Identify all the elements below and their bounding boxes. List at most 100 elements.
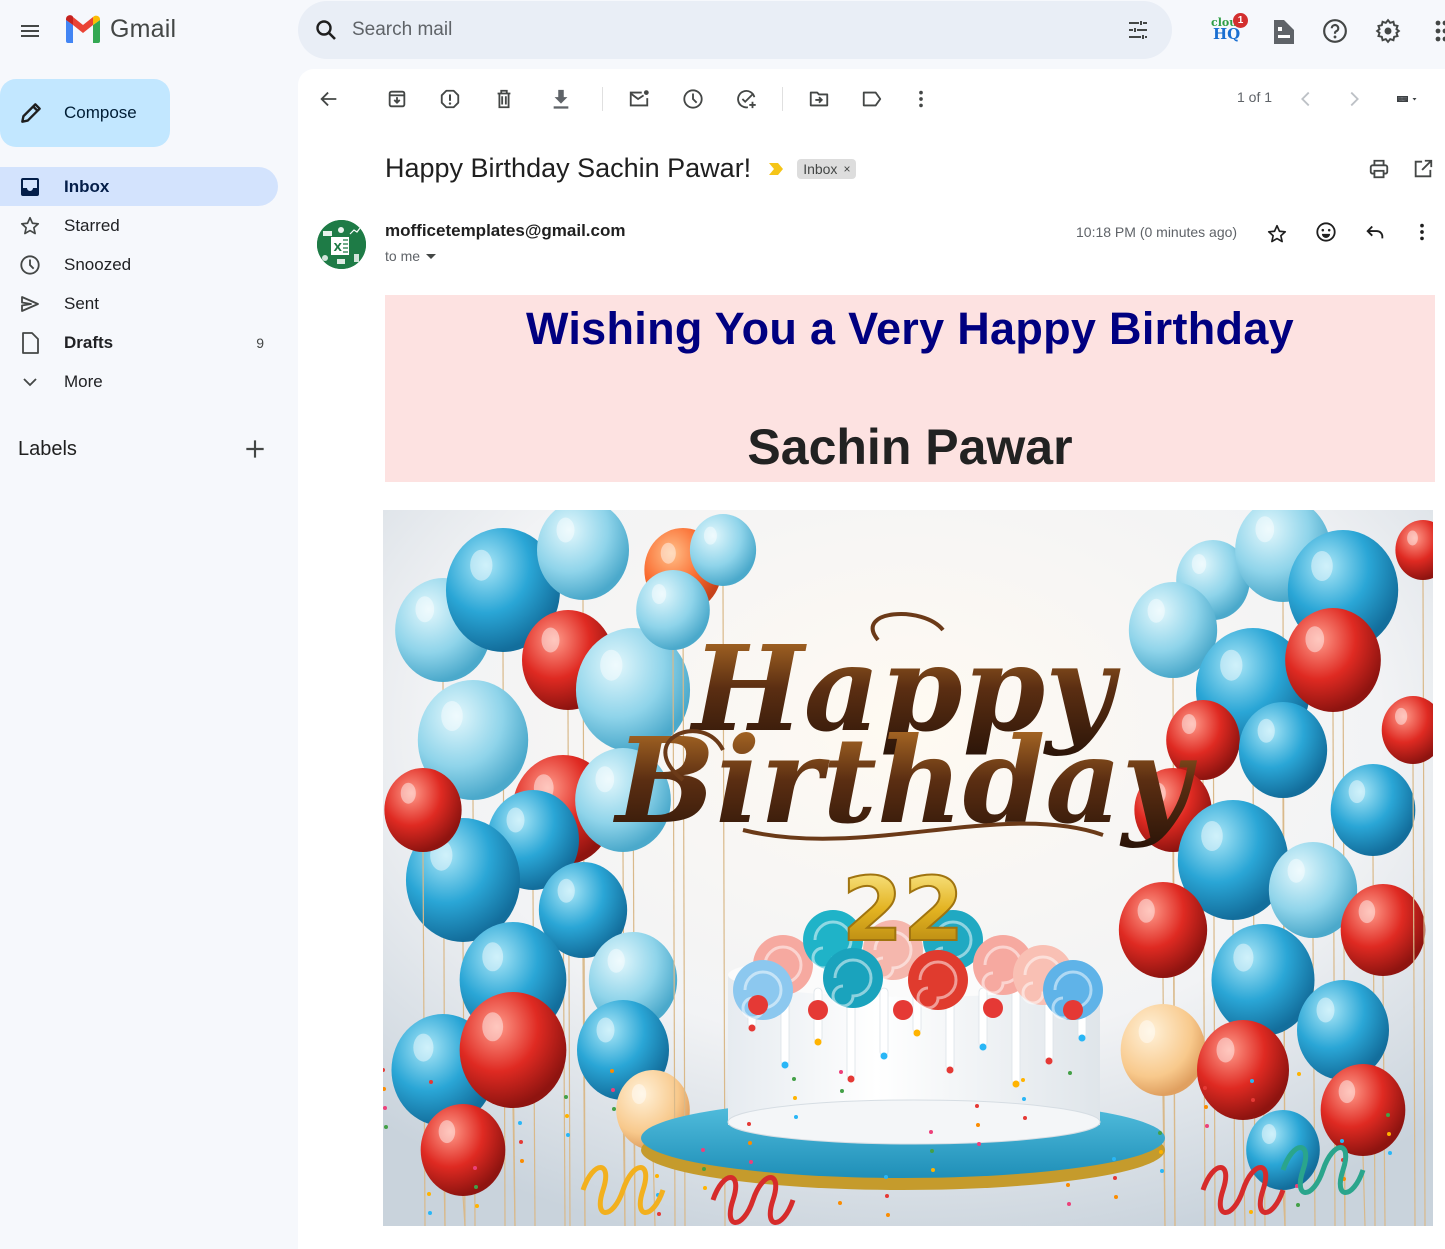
confetti-dot bbox=[1022, 1097, 1026, 1101]
apps-button[interactable] bbox=[1420, 11, 1445, 51]
confetti-dot bbox=[655, 1174, 659, 1178]
add-task-icon bbox=[737, 90, 756, 109]
labels-heading: Labels bbox=[18, 437, 77, 460]
happy-birthday-script: Happy Birthday bbox=[613, 612, 1198, 850]
back-button[interactable] bbox=[309, 79, 349, 119]
balloon-highlight bbox=[1316, 997, 1335, 1023]
balloon bbox=[1238, 702, 1328, 798]
balloon bbox=[1330, 764, 1416, 856]
balloon bbox=[1118, 882, 1208, 978]
sidebar-item-more[interactable]: More bbox=[0, 362, 278, 401]
delete-button[interactable] bbox=[484, 79, 524, 119]
balloon-highlight bbox=[1348, 780, 1366, 804]
confetti-dot bbox=[565, 1114, 569, 1118]
add-reaction-button[interactable] bbox=[1306, 212, 1346, 252]
download-button[interactable] bbox=[541, 79, 581, 119]
clock-icon bbox=[683, 89, 703, 109]
top-bar: Gmail clou HQ 1 bbox=[0, 0, 1445, 62]
chevron-right-icon bbox=[1350, 91, 1359, 107]
balloon-highlight bbox=[438, 1120, 456, 1144]
cake-number-topper: 22 bbox=[842, 858, 964, 961]
confetti-dot bbox=[383, 1106, 387, 1110]
birthday-card-image[interactable]: Happy Birthday 22 bbox=[383, 510, 1433, 1226]
message-more-button[interactable] bbox=[1402, 212, 1442, 252]
reply-button[interactable] bbox=[1355, 212, 1395, 252]
importance-marker-icon[interactable] bbox=[767, 161, 785, 177]
send-icon bbox=[21, 295, 39, 312]
open-in-new-window-button[interactable] bbox=[1403, 149, 1443, 189]
main-menu-button[interactable] bbox=[10, 11, 50, 51]
strawberry bbox=[808, 1000, 828, 1020]
sidebar-item-starred[interactable]: Starred bbox=[0, 206, 278, 245]
recipient-details-toggle[interactable]: to me bbox=[385, 248, 437, 264]
sidebar-item-inbox[interactable]: Inbox bbox=[0, 167, 278, 206]
cake-sprinkle bbox=[979, 1043, 987, 1051]
sidebar-item-sent[interactable]: Sent bbox=[0, 284, 278, 323]
input-tools-button[interactable] bbox=[1384, 79, 1430, 119]
balloon bbox=[1285, 608, 1381, 712]
search-icon[interactable] bbox=[314, 18, 338, 42]
gmail-logo[interactable]: Gmail bbox=[64, 14, 176, 44]
confetti-dot bbox=[748, 1141, 752, 1145]
hamburger-menu-icon bbox=[21, 25, 39, 37]
help-button[interactable] bbox=[1315, 11, 1355, 51]
balloon bbox=[1197, 1020, 1289, 1120]
cake-drip bbox=[879, 987, 889, 1057]
compose-button[interactable]: Compose bbox=[0, 79, 170, 147]
archive-button[interactable] bbox=[377, 79, 417, 119]
chevron-down-icon bbox=[23, 377, 37, 386]
settings-button[interactable] bbox=[1368, 11, 1408, 51]
sidebar-item-label: Starred bbox=[64, 215, 120, 235]
search-input[interactable] bbox=[352, 19, 1092, 41]
confetti-dot bbox=[1112, 1157, 1116, 1161]
confetti-dot bbox=[794, 1115, 798, 1119]
add-to-tasks-button[interactable] bbox=[727, 79, 767, 119]
newer-button[interactable] bbox=[1286, 79, 1326, 119]
pagination-text: 1 of 1 bbox=[1237, 89, 1273, 105]
add-label-icon[interactable] bbox=[242, 436, 268, 462]
move-to-button[interactable] bbox=[799, 79, 839, 119]
confetti-dot bbox=[1340, 1139, 1344, 1143]
confetti-dot bbox=[975, 1104, 979, 1108]
confetti-dot bbox=[1021, 1078, 1025, 1082]
star-button[interactable] bbox=[1257, 214, 1297, 254]
balloon-highlight bbox=[482, 1012, 504, 1042]
confetti-dot bbox=[612, 1107, 616, 1111]
balloon-highlight bbox=[1201, 821, 1223, 851]
sender-avatar[interactable]: X bbox=[317, 220, 366, 269]
strawberry bbox=[893, 1000, 913, 1020]
sidebar-item-label: More bbox=[64, 371, 103, 391]
confetti-dot bbox=[1251, 1098, 1255, 1102]
balloon-highlight bbox=[1394, 707, 1408, 725]
download-icon bbox=[553, 89, 569, 109]
labels-section-header: Labels bbox=[18, 434, 278, 464]
report-spam-button[interactable] bbox=[430, 79, 470, 119]
mark-unread-button[interactable] bbox=[619, 79, 659, 119]
confetti-dot bbox=[792, 1077, 796, 1081]
balloon-highlight bbox=[607, 948, 625, 973]
cloudhq-extension-button[interactable]: clou HQ 1 bbox=[1208, 12, 1252, 46]
document-extension-button[interactable] bbox=[1264, 12, 1304, 52]
snooze-button[interactable] bbox=[673, 79, 713, 119]
sender-email[interactable]: mofficetemplates@gmail.com bbox=[385, 221, 625, 241]
pencil-icon bbox=[21, 103, 41, 123]
confetti-dot bbox=[885, 1194, 889, 1198]
print-all-button[interactable] bbox=[1359, 149, 1399, 189]
remove-label-icon[interactable]: × bbox=[843, 162, 850, 176]
sidebar-item-snoozed[interactable]: Snoozed bbox=[0, 245, 278, 284]
labels-button[interactable] bbox=[852, 79, 892, 119]
arrow-left-icon bbox=[320, 91, 337, 107]
tune-icon[interactable] bbox=[1126, 18, 1150, 42]
svg-text:X: X bbox=[334, 241, 343, 254]
cake-sprinkle bbox=[847, 1075, 855, 1083]
more-actions-button[interactable] bbox=[901, 79, 941, 119]
archive-icon bbox=[388, 90, 406, 108]
confetti-dot bbox=[384, 1125, 388, 1129]
sidebar-item-drafts[interactable]: Drafts 9 bbox=[0, 323, 278, 362]
older-button[interactable] bbox=[1334, 79, 1374, 119]
confetti-dot bbox=[793, 1096, 797, 1100]
balloon-highlight bbox=[1255, 516, 1275, 543]
balloon-highlight bbox=[1220, 649, 1243, 681]
confetti-dot bbox=[1249, 1210, 1253, 1214]
confetti-dot bbox=[1203, 1086, 1207, 1090]
